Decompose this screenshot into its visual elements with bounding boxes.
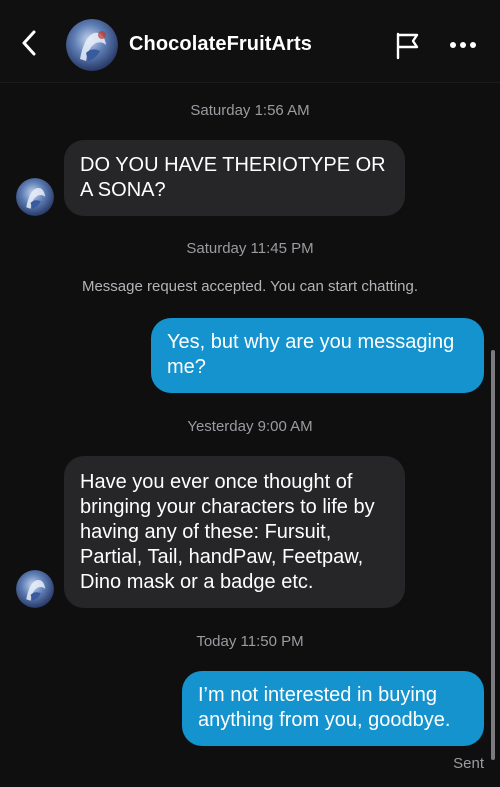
incoming-message[interactable]: DO YOU HAVE THERIOTYPE OR A SONA? [64, 140, 405, 216]
timestamp: Today 11:50 PM [196, 633, 304, 650]
incoming-message[interactable]: Have you ever once thought of bringing y… [64, 456, 405, 608]
timestamp: Saturday 1:56 AM [190, 102, 310, 119]
timestamp: Yesterday 9:00 AM [187, 418, 313, 435]
timestamp: Saturday 11:45 PM [186, 240, 314, 257]
contact-avatar[interactable] [66, 19, 118, 71]
outgoing-message[interactable]: I’m not interested in buying anything fr… [182, 671, 484, 746]
scrollbar[interactable] [491, 350, 495, 760]
flag-icon [393, 32, 423, 64]
more-options-button[interactable] [448, 34, 478, 56]
conversation-header: ChocolateFruitArts [0, 0, 500, 83]
sender-avatar[interactable] [16, 570, 54, 608]
message-status: Sent [453, 755, 484, 772]
report-button[interactable] [393, 30, 423, 60]
request-accepted-notice: Message request accepted. You can start … [81, 278, 419, 295]
outgoing-message[interactable]: Yes, but why are you messaging me? [151, 318, 484, 393]
contact-name[interactable]: ChocolateFruitArts [129, 33, 312, 56]
chevron-left-icon [21, 30, 37, 61]
sender-avatar[interactable] [16, 178, 54, 216]
back-button[interactable] [14, 28, 44, 62]
more-horizontal-icon [449, 36, 477, 54]
